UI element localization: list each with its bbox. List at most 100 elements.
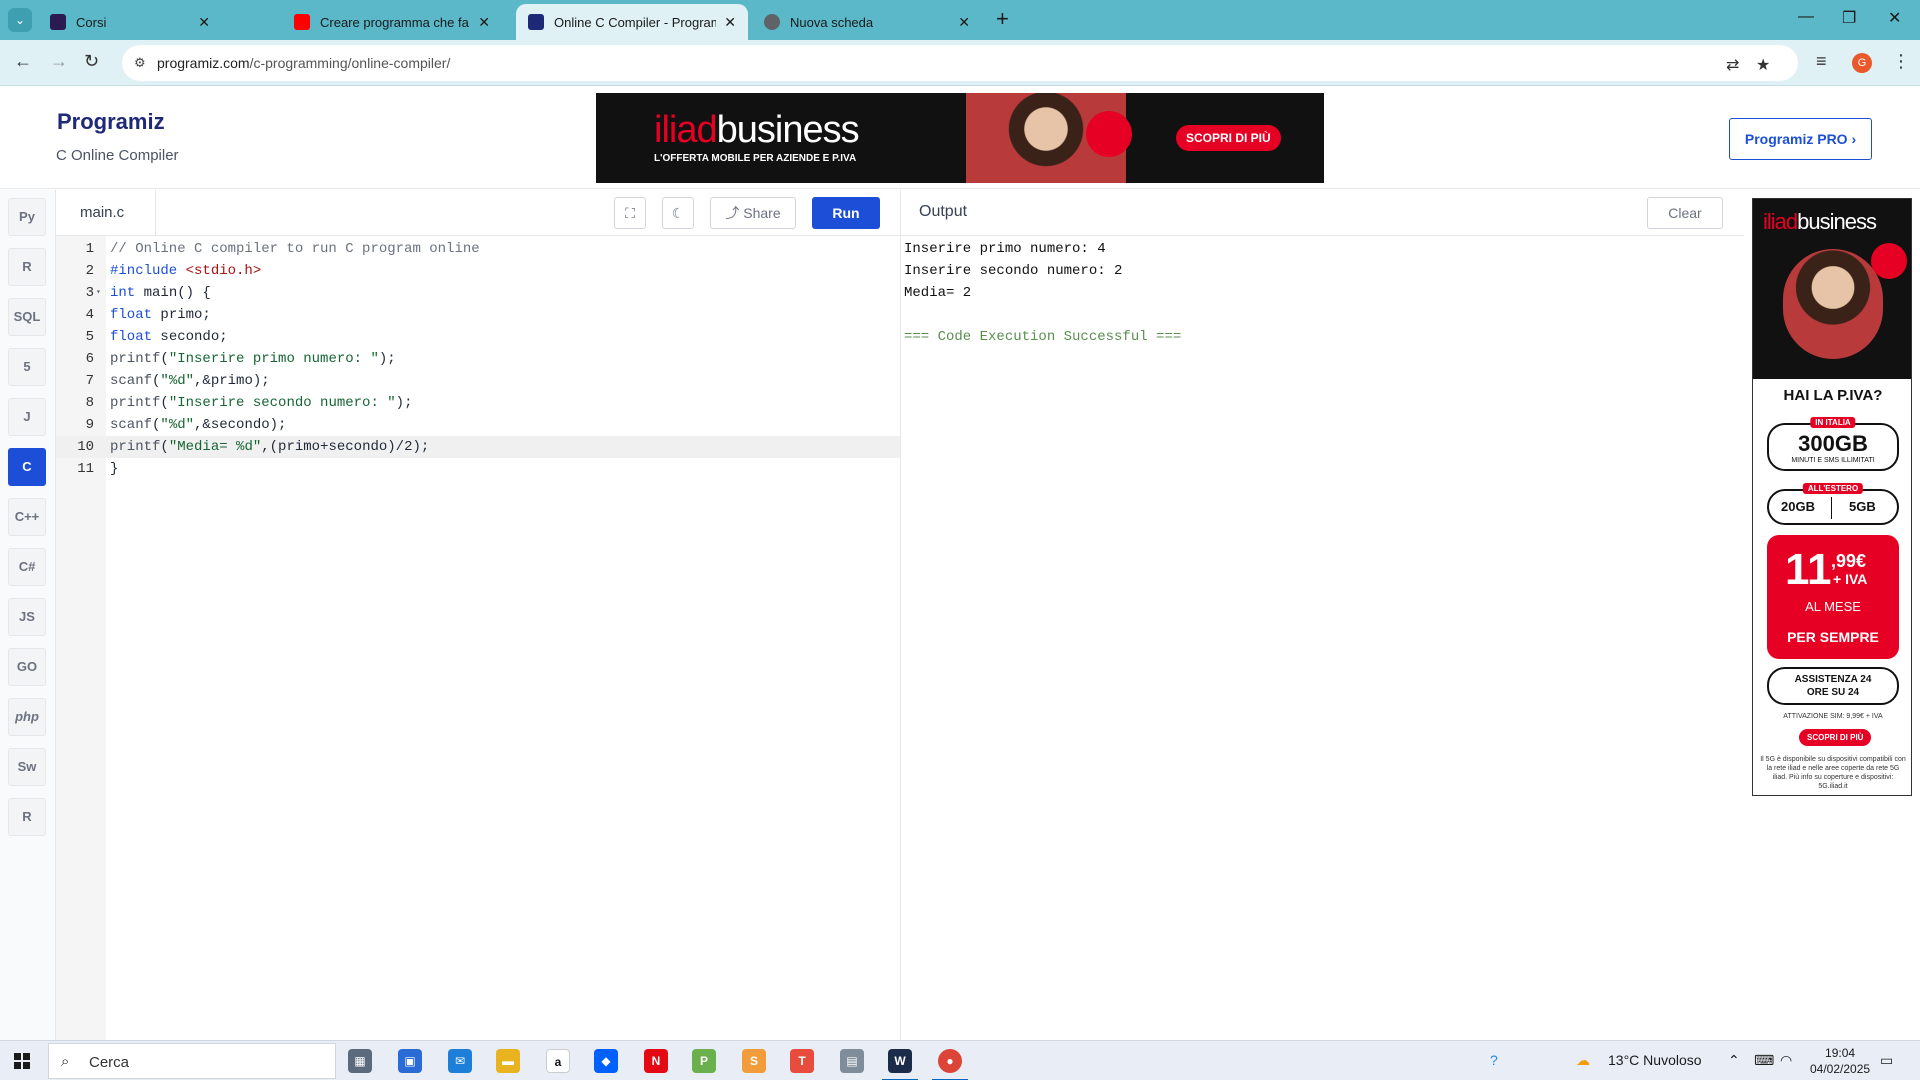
app-p-icon[interactable]: P	[692, 1049, 716, 1073]
swift-icon[interactable]: Sw	[8, 748, 46, 786]
weather-icon[interactable]: ☁	[1576, 1052, 1590, 1069]
app-s-icon[interactable]: S	[742, 1049, 766, 1073]
output-line: Inserire secondo numero: 2	[904, 263, 1123, 279]
translate-icon[interactable]: ⇄	[1726, 55, 1739, 75]
programiz-logo[interactable]: Programiz	[57, 109, 165, 135]
reload-icon[interactable]: ↻	[84, 51, 99, 72]
task-view-icon[interactable]: ▦	[348, 1049, 372, 1073]
go-icon[interactable]: GO	[8, 648, 46, 686]
code-line[interactable]: 9 scanf("%d",&secondo);	[56, 414, 900, 436]
code-line[interactable]: 2 #include <stdio.h>	[56, 260, 900, 282]
site-info-icon[interactable]: ⚙	[134, 55, 150, 71]
code-line[interactable]: 1 // Online C compiler to run C program o…	[56, 238, 900, 260]
site-header: Programiz C Online Compiler iliadbusines…	[0, 87, 1920, 189]
side-ad-brand-a: iliad	[1763, 209, 1798, 234]
code-line[interactable]: 8 printf("Inserire secondo numero: ");	[56, 392, 900, 414]
code-text: printf("Inserire primo numero: ");	[110, 351, 396, 367]
taskbar-search[interactable]: ⌕ Cerca	[48, 1043, 336, 1079]
side-ad-question: HAI LA P.IVA?	[1783, 387, 1883, 404]
python-icon[interactable]: Py	[8, 198, 46, 236]
javascript-icon[interactable]: JS	[8, 598, 46, 636]
close-icon[interactable]: ✕	[478, 14, 490, 31]
code-line[interactable]: 4 float primo;	[56, 304, 900, 326]
address-bar[interactable]: ⚙ programiz.com/c-programming/online-com…	[122, 45, 1798, 81]
dropbox-icon[interactable]: ◆	[594, 1049, 618, 1073]
share-button[interactable]: ⤴ Share	[710, 197, 796, 229]
csharp-icon[interactable]: C#	[8, 548, 46, 586]
help-icon[interactable]: ?	[1490, 1052, 1498, 1068]
code-line[interactable]: 7 scanf("%d",&primo);	[56, 370, 900, 392]
window-close-icon[interactable]: ✕	[1888, 8, 1901, 28]
cpp-icon[interactable]: C++	[8, 498, 46, 536]
sql-icon[interactable]: SQL	[8, 298, 46, 336]
run-button[interactable]: Run	[812, 197, 880, 229]
line-number: 1	[85, 241, 94, 257]
programiz-pro-button[interactable]: Programiz PRO ›	[1729, 118, 1872, 160]
rust-icon[interactable]: R	[8, 798, 46, 836]
java-icon[interactable]: J	[8, 398, 46, 436]
windows-taskbar: ⌕ Cerca ▦ ▣ ✉ ▬ a ◆ N P S T ▤ W ● ? ☁ 13…	[0, 1040, 1920, 1080]
language-icon[interactable]: ⌨	[1754, 1052, 1774, 1069]
r-icon[interactable]: R	[8, 248, 46, 286]
app-t-icon[interactable]: T	[790, 1049, 814, 1073]
app-w-icon[interactable]: W	[882, 1049, 918, 1080]
close-icon[interactable]: ✕	[724, 14, 736, 31]
dark-mode-icon[interactable]: ☾	[662, 197, 694, 229]
code-line[interactable]: 5 float secondo;	[56, 326, 900, 348]
clear-button[interactable]: Clear	[1647, 197, 1723, 229]
code-line[interactable]: 6 printf("Inserire primo numero: ");	[56, 348, 900, 370]
wifi-icon[interactable]: ◠	[1780, 1052, 1792, 1069]
file-explorer-icon[interactable]: ▬	[496, 1049, 520, 1073]
output-console[interactable]	[900, 236, 1744, 1040]
tab-nuova-scheda[interactable]: Nuova scheda ✕	[752, 4, 982, 40]
programiz-favicon-icon	[528, 14, 544, 30]
tab-title: Creare programma che fa medi	[320, 14, 470, 30]
php-icon[interactable]: php	[8, 698, 46, 736]
mail-icon[interactable]: ✉	[448, 1049, 472, 1073]
ad-banner[interactable]: iliadbusiness L'OFFERTA MOBILE PER AZIEN…	[596, 93, 1324, 183]
amazon-icon[interactable]: a	[546, 1049, 570, 1073]
url-host: programiz.com	[157, 55, 250, 71]
file-tab-main-c[interactable]: main.c	[56, 190, 156, 236]
tab-title: Online C Compiler - Programiz	[554, 14, 717, 30]
taskbar-search-label: Cerca	[89, 1054, 130, 1071]
side-ad[interactable]: iliadbusiness HAI LA P.IVA? IN ITALIA 30…	[1752, 198, 1912, 796]
bookmark-star-icon[interactable]: ★	[1756, 55, 1770, 75]
chevron-up-icon[interactable]: ⌃	[1728, 1052, 1740, 1069]
taskbar-clock[interactable]: 19:04 04/02/2025	[1810, 1045, 1870, 1077]
menu-kebab-icon[interactable]: ⋮	[1892, 51, 1910, 72]
tab-corsi[interactable]: Corsi ✕	[38, 4, 222, 40]
store-icon[interactable]: ▣	[398, 1049, 422, 1073]
netflix-icon[interactable]: N	[644, 1049, 668, 1073]
weather-text[interactable]: 13°C Nuvoloso	[1608, 1052, 1702, 1068]
fullscreen-icon[interactable]: ⛶	[614, 197, 646, 229]
tab-title: Corsi	[76, 14, 107, 30]
profile-avatar[interactable]: G	[1852, 53, 1872, 73]
side-ad-cta-button[interactable]: SCOPRI DI PIÙ	[1799, 729, 1872, 746]
tab-search-button[interactable]: ⌄	[8, 8, 32, 32]
tab-programiz[interactable]: Online C Compiler - Programiz ✕	[516, 4, 748, 40]
close-icon[interactable]: ✕	[958, 14, 970, 31]
ad-cta-button[interactable]: SCOPRI DI PIÙ	[1176, 125, 1281, 151]
app-sheet-icon[interactable]: ▤	[840, 1049, 864, 1073]
code-line[interactable]: 3 ▾ int main() {	[56, 282, 900, 304]
back-icon[interactable]: ←	[14, 51, 32, 72]
chrome-icon[interactable]: ●	[932, 1049, 968, 1080]
browser-toolbar: ← → ↻ ⚙ programiz.com/c-programming/onli…	[0, 40, 1920, 86]
close-icon[interactable]: ✕	[198, 14, 210, 31]
side-ad-brand: iliadbusiness	[1763, 209, 1877, 235]
fold-toggle-icon[interactable]: ▾	[96, 282, 101, 304]
code-text: #include <stdio.h>	[110, 263, 262, 279]
c-icon[interactable]: C	[8, 448, 46, 486]
code-line[interactable]: 11}	[56, 458, 900, 480]
notifications-icon[interactable]: ▭	[1880, 1052, 1893, 1069]
tab-youtube[interactable]: Creare programma che fa medi ✕	[282, 4, 502, 40]
html-icon[interactable]: 5	[8, 348, 46, 386]
minimize-icon[interactable]: —	[1798, 8, 1814, 26]
code-line[interactable]: 10 printf("Media= %d",(primo+secondo)/2);	[56, 436, 900, 458]
media-control-icon[interactable]: ≡	[1816, 51, 1827, 72]
windows-start-icon[interactable]	[14, 1053, 30, 1069]
forward-icon[interactable]: →	[50, 51, 68, 72]
new-tab-button[interactable]: +	[996, 6, 1009, 32]
restore-icon[interactable]: ❐	[1842, 8, 1856, 28]
